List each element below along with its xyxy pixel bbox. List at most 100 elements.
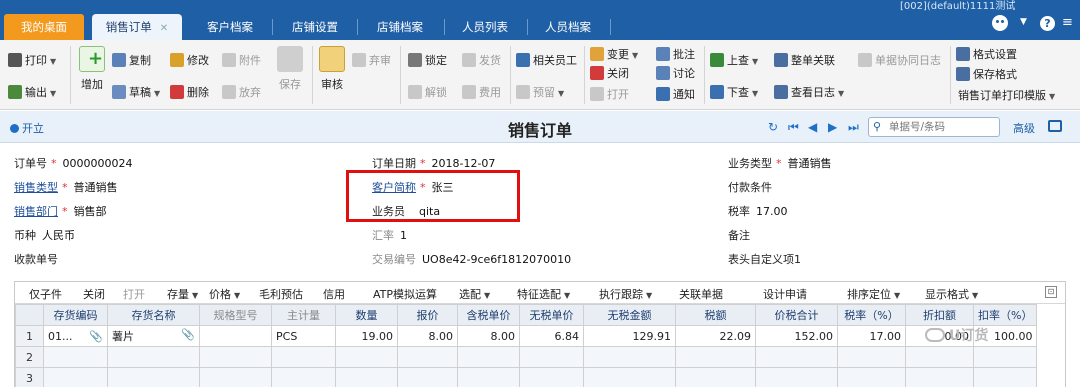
help-icon[interactable]: ? — [1040, 16, 1055, 31]
empty-cell[interactable] — [972, 367, 1038, 387]
column-header[interactable]: 数量 — [335, 304, 398, 326]
grid-margin-button[interactable]: 毛利预估 — [259, 286, 303, 302]
notify-button[interactable]: 通知 — [656, 86, 695, 104]
last-record-icon[interactable]: ⏭ — [848, 120, 859, 135]
column-header[interactable]: 存货名称 — [107, 304, 200, 326]
print-template-select[interactable]: 销售订单打印模版 ▼ — [958, 87, 1055, 105]
column-header[interactable]: 主计量 — [271, 304, 336, 326]
empty-cell[interactable] — [583, 367, 676, 387]
unlock-button[interactable]: 解锁 — [408, 84, 447, 102]
empty-cell[interactable] — [199, 346, 272, 368]
currency-field[interactable]: 币种 人民币 — [14, 227, 75, 243]
abandon-audit-button[interactable]: 弃审 — [352, 52, 391, 70]
save-button[interactable]: 保存 — [274, 46, 306, 92]
empty-cell[interactable] — [335, 367, 398, 387]
empty-cell[interactable] — [107, 346, 200, 368]
empty-cell[interactable] — [755, 346, 838, 368]
sales-type-label[interactable]: 销售类型 — [14, 181, 58, 194]
grid-trace-button[interactable]: 执行跟踪 ▼ — [599, 286, 652, 302]
discuss-button[interactable]: 讨论 — [656, 65, 695, 83]
order-no-field[interactable]: 订单号 * 0000000024 — [14, 155, 133, 171]
grid-atp-button[interactable]: ATP模拟运算 — [373, 286, 437, 302]
search-input[interactable] — [889, 120, 994, 134]
tax-amount-cell[interactable]: 22.09 — [675, 325, 756, 347]
column-header[interactable]: 规格型号 — [199, 304, 272, 326]
column-header[interactable]: 价税合计 — [755, 304, 838, 326]
column-header[interactable]: 扣率（%） — [972, 304, 1038, 326]
tax-excl-price-cell[interactable]: 6.84 — [519, 325, 584, 347]
related-staff-button[interactable]: 相关员工 — [516, 52, 577, 70]
column-header[interactable]: 税额 — [675, 304, 756, 326]
item-name-cell[interactable]: 薯片 📎 — [107, 325, 200, 347]
total-amount-cell[interactable]: 152.00 — [755, 325, 838, 347]
empty-cell[interactable] — [43, 346, 108, 368]
tab-staff-archive[interactable]: 人员档案 — [528, 14, 608, 40]
grid-design-request-button[interactable]: 设计申请 — [763, 286, 807, 302]
tab-store-settings[interactable]: 店铺设置 — [275, 14, 355, 40]
modify-button[interactable]: 修改 — [170, 52, 209, 70]
spec-cell[interactable] — [199, 325, 272, 347]
save-format-button[interactable]: 保存格式 — [956, 66, 1017, 84]
column-header[interactable]: 折扣额 — [905, 304, 974, 326]
empty-cell[interactable] — [519, 346, 584, 368]
fee-button[interactable]: 费用 — [462, 84, 501, 102]
empty-cell[interactable] — [271, 367, 336, 387]
empty-cell[interactable] — [397, 346, 458, 368]
dept-field[interactable]: 销售部门 * 销售部 — [14, 203, 107, 219]
empty-cell[interactable] — [457, 346, 520, 368]
empty-cell[interactable] — [675, 367, 756, 387]
add-button[interactable]: + 增加 — [76, 46, 108, 92]
empty-cell[interactable] — [675, 346, 756, 368]
column-header[interactable]: 无税金额 — [583, 304, 676, 326]
grid-feature-config-button[interactable]: 特征选配 ▼ — [517, 286, 570, 302]
column-header[interactable]: 无税单价 — [519, 304, 584, 326]
dept-label[interactable]: 销售部门 — [14, 205, 58, 218]
payment-field[interactable]: 付款条件 — [728, 179, 778, 195]
column-header[interactable]: 报价 — [397, 304, 458, 326]
open-status-button[interactable]: 开立 — [10, 120, 44, 136]
refresh-icon[interactable]: ↻ — [768, 120, 778, 134]
order-date-field[interactable]: 订单日期 * 2018-12-07 — [372, 155, 495, 171]
grid-linked-docs-button[interactable]: 关联单据 — [679, 286, 723, 302]
open-order-button[interactable]: 打开 — [590, 86, 629, 104]
table-row[interactable]: 1 01... 📎 薯片 📎 PCS 19.00 8.00 8.00 6.84 12… — [15, 325, 1038, 347]
transaction-no-field[interactable]: 交易编号 UO8e42-9ce6f1812070010 — [372, 251, 571, 267]
empty-cell[interactable] — [43, 367, 108, 387]
item-code-cell[interactable]: 01... 📎 — [43, 325, 108, 347]
empty-cell[interactable] — [837, 346, 906, 368]
collab-log-button[interactable]: 单据协同日志 — [858, 52, 941, 70]
reserve-button[interactable]: 预留 ▼ — [516, 84, 564, 102]
audit-button[interactable]: 审核 — [316, 46, 348, 92]
tax-rate-field[interactable]: 税率 17.00 — [728, 203, 788, 219]
empty-cell[interactable] — [335, 346, 398, 368]
empty-cell[interactable] — [837, 367, 906, 387]
search-icon[interactable]: ⚲ — [873, 120, 881, 133]
paperclip-icon[interactable]: 📎 — [89, 330, 103, 343]
quantity-cell[interactable]: 19.00 — [335, 325, 398, 347]
sales-type-field[interactable]: 销售类型 * 普通销售 — [14, 179, 118, 195]
table-row[interactable]: 2 — [15, 346, 1038, 368]
link-order-button[interactable]: 整单关联 — [774, 52, 835, 70]
grid-display-format-button[interactable]: 显示格式 ▼ — [925, 286, 978, 302]
paperclip-icon[interactable]: 📎 — [181, 328, 195, 341]
previous-record-icon[interactable]: ◀ — [808, 120, 817, 134]
column-header[interactable]: 税率（%） — [837, 304, 906, 326]
tab-sales-order[interactable]: 销售订单 ✕ — [92, 14, 182, 40]
query-next-button[interactable]: 下查 ▼ — [710, 84, 758, 102]
tab-home[interactable]: 我的桌面 — [4, 14, 84, 40]
tab-customer-archive[interactable]: 客户档案 — [190, 14, 270, 40]
grid-price-button[interactable]: 价格 ▼ — [209, 286, 240, 302]
grid-close-button[interactable]: 关闭 — [83, 286, 105, 302]
close-order-button[interactable]: 关闭 — [590, 65, 629, 83]
custom-field-1[interactable]: 表头自定义项1 — [728, 251, 807, 267]
empty-cell[interactable] — [519, 367, 584, 387]
grid-credit-button[interactable]: 信用 — [323, 286, 345, 302]
empty-cell[interactable] — [905, 346, 974, 368]
first-record-icon[interactable]: ⏮ — [788, 120, 799, 135]
empty-cell[interactable] — [583, 346, 676, 368]
more-menu-icon[interactable]: ≡ — [1062, 15, 1073, 30]
close-tab-icon[interactable]: ✕ — [160, 23, 168, 34]
empty-cell[interactable] — [199, 367, 272, 387]
empty-cell[interactable] — [271, 346, 336, 368]
empty-cell[interactable] — [397, 367, 458, 387]
